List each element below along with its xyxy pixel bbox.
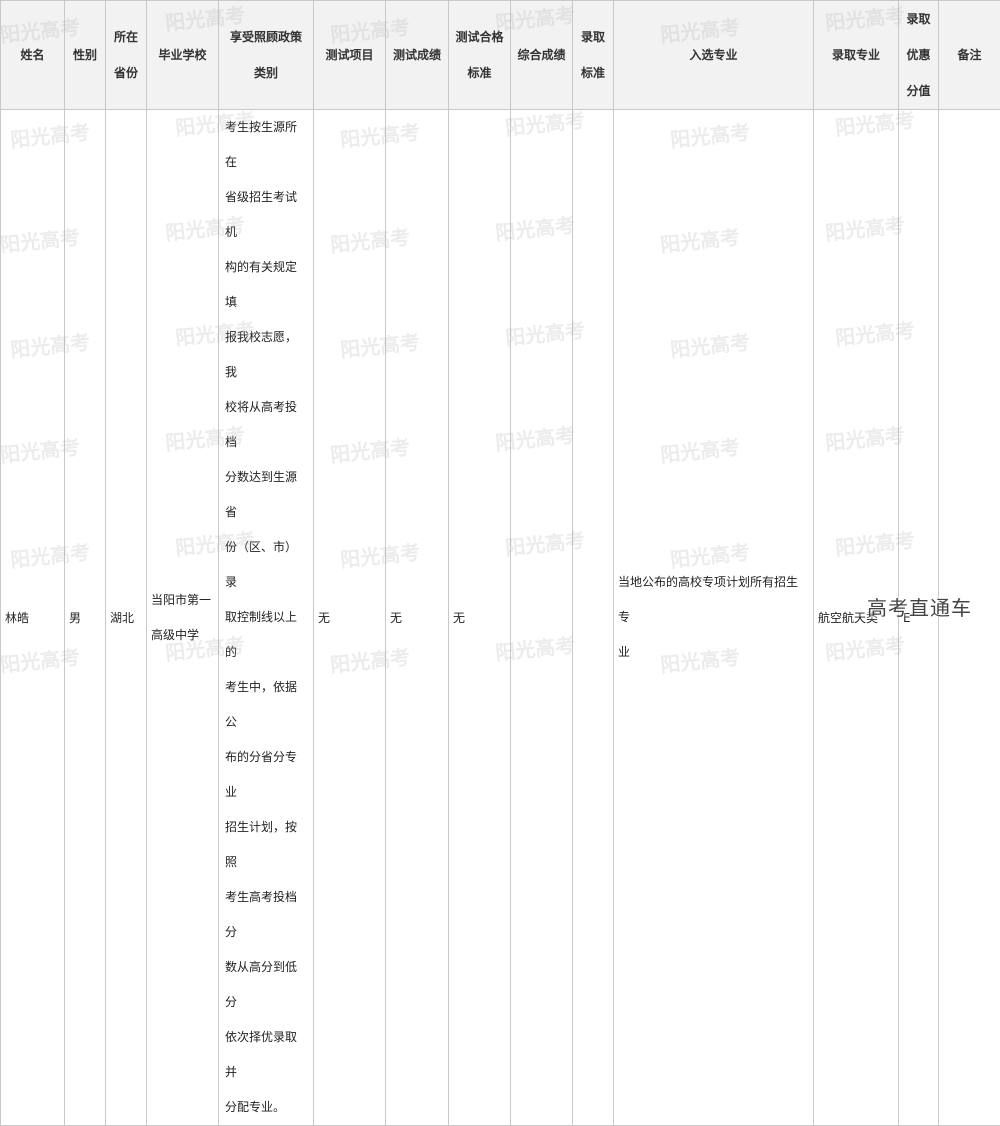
policy-line: 构的有关规定填 [225,260,297,309]
header-admit-standard: 录取标准 [573,1,614,110]
cell-overall-score [511,110,573,1126]
cell-policy: 考生按生源所在省级招生考试机构的有关规定填报我校志愿，我校将从高考投档分数达到生… [219,110,314,1126]
brand-logo-text: 高考直通车 [867,592,972,621]
policy-line: 布的分省分专业 [225,750,297,799]
policy-line: 分数达到生源省 [225,470,297,519]
policy-line: 数从高分到低分 [225,960,297,1009]
policy-line: 考生中，依据公 [225,680,297,729]
header-school: 毕业学校 [147,1,219,110]
policy-line: 依次择优录取并 [225,1030,297,1079]
header-overall-score: 综合成绩 [511,1,573,110]
header-province: 所在省份 [106,1,147,110]
policy-line: 取控制线以上的 [225,610,297,659]
header-selected-major: 入选专业 [614,1,814,110]
header-admit-major: 录取专业 [814,1,899,110]
header-pass-standard: 测试合格标准 [449,1,511,110]
admission-table: 姓名 性别 所在省份 毕业学校 享受照顾政策类别 测试项目 测试成绩 测试合格标… [0,0,1000,1126]
header-row: 姓名 性别 所在省份 毕业学校 享受照顾政策类别 测试项目 测试成绩 测试合格标… [1,1,1000,110]
policy-line: 招生计划，按照 [225,820,297,869]
policy-line: 份（区、市）录 [225,540,297,589]
cell-test-score: 无 [386,110,449,1126]
header-test-score: 测试成绩 [386,1,449,110]
header-policy: 享受照顾政策类别 [219,1,314,110]
cell-test-item: 无 [314,110,386,1126]
policy-line: 考生按生源所在 [225,120,297,169]
header-gender: 性别 [65,1,106,110]
header-test-item: 测试项目 [314,1,386,110]
header-remark: 备注 [939,1,1000,110]
cell-school: 当阳市第一高级中学 [147,110,219,1126]
cell-pass-standard: 无 [449,110,511,1126]
cell-gender: 男 [65,110,106,1126]
policy-line: 报我校志愿，我 [225,330,297,379]
cell-selected-major: 当地公布的高校专项计划所有招生专业 [614,110,814,1126]
policy-line: 分配专业。 [225,1100,285,1114]
cell-admit-standard [573,110,614,1126]
table-row: 林皓 男 湖北 当阳市第一高级中学 考生按生源所在省级招生考试机构的有关规定填报… [1,110,1000,1126]
cell-name: 林皓 [1,110,65,1126]
policy-line: 考生高考投档分 [225,890,297,939]
header-name: 姓名 [1,1,65,110]
header-bonus: 录取优惠分值 [899,1,939,110]
cell-province: 湖北 [106,110,147,1126]
policy-line: 校将从高考投档 [225,400,297,449]
policy-line: 省级招生考试机 [225,190,297,239]
